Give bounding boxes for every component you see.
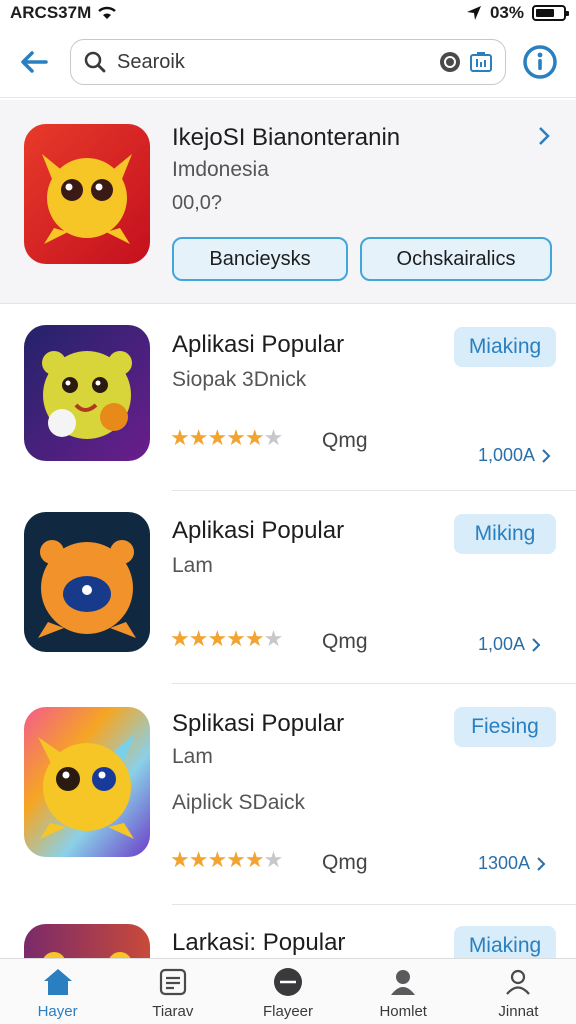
app-icon [24,512,150,652]
get-button[interactable]: Fiesing [454,707,556,747]
app-size: Qmg [322,429,368,452]
tab-label: Flayeer [262,1003,314,1020]
location-icon [466,6,481,20]
search-field-icons [439,51,493,73]
tab-label: Tiarav [152,1003,194,1020]
app-title: Aplikasi Popular [172,331,345,358]
featured-app-title: IkejoSI Bianonteranin [172,124,401,151]
app-size: Qmg [322,851,368,874]
chevron-right-icon[interactable] [536,124,552,148]
status-time: ARCS37M [10,3,92,22]
info-icon[interactable] [522,44,558,80]
status-bar: ARCS37M 03% [0,0,576,26]
star-rating: ★★★★★★ [170,626,283,651]
profile-icon [501,965,535,999]
back-button[interactable] [14,42,54,82]
app-title: Aplikasi Popular [172,517,345,544]
app-subtitle: Lam [172,745,213,768]
search-input[interactable]: Searoik [70,39,506,85]
clear-icon[interactable] [439,51,461,73]
tab-player[interactable]: Flayeer [230,959,345,1024]
divider [172,904,576,905]
camera-scan-icon[interactable] [469,51,493,73]
featured-button-2[interactable]: Ochskairalics [360,237,552,281]
download-count: 1,000A [478,445,536,465]
download-count: 1300A [478,853,531,873]
get-button[interactable]: Miaking [454,926,556,958]
divider [172,683,576,684]
search-header: Searoik [0,30,576,98]
app-icon [24,924,150,958]
star-rating: ★★★★★★ [170,847,283,872]
featured-button-1[interactable]: Bancieysks [172,237,348,281]
tab-label: Hayer [37,1003,78,1020]
app-title: Splikasi Popular [172,710,345,737]
list-item[interactable]: Splikasi Popular Lam Aiplick SDaick ★★★★… [0,685,576,905]
tab-person[interactable]: Homlet [346,959,461,1024]
app-subtitle: Lam [172,554,213,577]
app-icon [24,325,150,461]
search-placeholder: Searoik [117,50,185,73]
arrow-left-icon [21,51,48,73]
list-item[interactable]: Larkasi: Popular Miaking [0,906,576,958]
featured-app-icon [24,124,150,264]
list-icon [156,965,190,999]
chevron-right-icon [532,637,541,652]
list-item[interactable]: Aplikasi Popular Siopak 3Dnick ★★★★★★ Qm… [0,305,576,491]
chevron-right-icon [537,856,546,871]
download-count: 1,00A [478,634,526,654]
tab-profile[interactable]: Jinnat [461,959,576,1024]
downloads-link[interactable]: 1,00A [478,634,541,655]
featured-app-meta: 00,0? [172,192,223,214]
featured-app-subtitle: Imdonesia [172,158,269,181]
home-icon [41,965,75,999]
app-icon [24,707,150,857]
get-button[interactable]: Miking [454,514,556,554]
list-item[interactable]: Aplikasi Popular Lam ★★★★★★ Qmg Miking 1… [0,492,576,684]
app-title: Larkasi: Popular [172,929,346,956]
battery-percent: 03% [489,3,524,22]
chevron-right-icon [542,448,551,463]
status-left: ARCS37M [10,3,117,23]
tab-label: Homlet [379,1003,427,1020]
tab-label: Jinnat [498,1003,539,1020]
get-button[interactable]: Miaking [454,327,556,367]
battery-icon [532,5,569,21]
featured-app-card[interactable]: IkejoSI Bianonteranin Imdonesia 00,0? Ba… [0,100,576,304]
app-subtitle: Siopak 3Dnick [172,368,307,391]
player-icon [271,965,305,999]
tab-home[interactable]: Hayer [0,959,115,1024]
tab-bar: Hayer Tiarav Flayeer Homlet Jinnat [0,958,576,1024]
tab-list[interactable]: Tiarav [115,959,230,1024]
person-icon [386,965,420,999]
star-rating: ★★★★★★ [170,425,283,450]
app-subtitle-2: Aiplick SDaick [172,791,306,814]
divider [172,490,576,491]
status-right: 03% [466,3,569,23]
app-size: Qmg [322,630,368,653]
downloads-link[interactable]: 1300A [478,853,546,874]
wifi-icon [98,6,117,19]
downloads-link[interactable]: 1,000A [478,445,551,466]
search-icon [84,51,106,73]
